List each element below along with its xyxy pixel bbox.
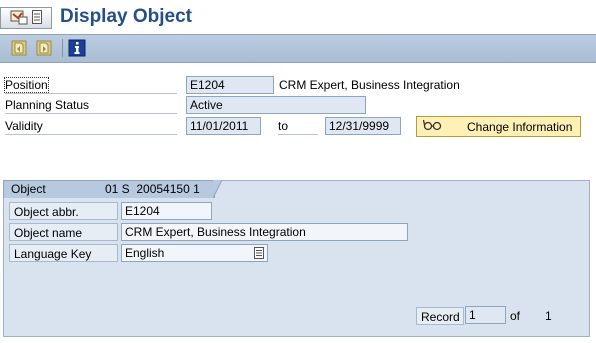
change-information-label: Change Information bbox=[467, 119, 573, 134]
language-key-label: Language Key bbox=[9, 244, 118, 262]
position-label-row: Position bbox=[4, 77, 177, 94]
change-information-button[interactable]: Change Information bbox=[416, 116, 581, 137]
object-name-label: Object name bbox=[9, 223, 118, 241]
tab-object[interactable]: Object 01 S 20054150 1 bbox=[3, 180, 215, 198]
record-of-label: of bbox=[510, 309, 521, 323]
language-key-select[interactable]: English bbox=[121, 244, 268, 262]
language-key-value: English bbox=[125, 246, 165, 260]
application-toolbar bbox=[0, 34, 596, 63]
validity-to-field[interactable]: 12/31/9999 bbox=[325, 117, 401, 135]
glasses-icon bbox=[422, 118, 443, 135]
previous-object-button[interactable] bbox=[9, 39, 29, 59]
toolbar-separator bbox=[62, 39, 63, 57]
position-field[interactable]: E1204 bbox=[186, 76, 274, 94]
tab-corner bbox=[213, 180, 223, 198]
object-abbr-field[interactable]: E1204 bbox=[121, 202, 212, 220]
dropdown-icon bbox=[32, 9, 42, 27]
previous-object-icon bbox=[11, 40, 27, 59]
menu-icon bbox=[10, 9, 28, 28]
info-button[interactable] bbox=[67, 39, 87, 59]
object-tab-id: 01 S 20054150 1 bbox=[105, 182, 200, 196]
system-menu-button[interactable] bbox=[0, 7, 52, 29]
planning-status-label: Planning Status bbox=[5, 97, 177, 114]
info-icon bbox=[68, 39, 86, 60]
validity-label: Validity bbox=[5, 118, 177, 135]
validity-to-label: to bbox=[278, 118, 318, 135]
record-total: 1 bbox=[545, 309, 552, 323]
object-name-field[interactable]: CRM Expert, Business Integration bbox=[121, 223, 408, 241]
dropdown-list-icon[interactable] bbox=[254, 247, 264, 263]
page-title: Display Object bbox=[60, 6, 192, 27]
planning-status-field[interactable]: Active bbox=[186, 96, 366, 114]
next-object-button[interactable] bbox=[34, 39, 54, 59]
object-abbr-label: Object abbr. bbox=[9, 202, 118, 220]
object-tab-label: Object bbox=[11, 182, 46, 196]
validity-from-field[interactable]: 11/01/2011 bbox=[186, 117, 261, 135]
position-label: Position bbox=[4, 77, 49, 93]
position-description: CRM Expert, Business Integration bbox=[279, 78, 460, 92]
record-field[interactable]: 1 bbox=[465, 306, 506, 324]
record-label: Record bbox=[416, 307, 464, 325]
next-object-icon bbox=[36, 40, 52, 59]
